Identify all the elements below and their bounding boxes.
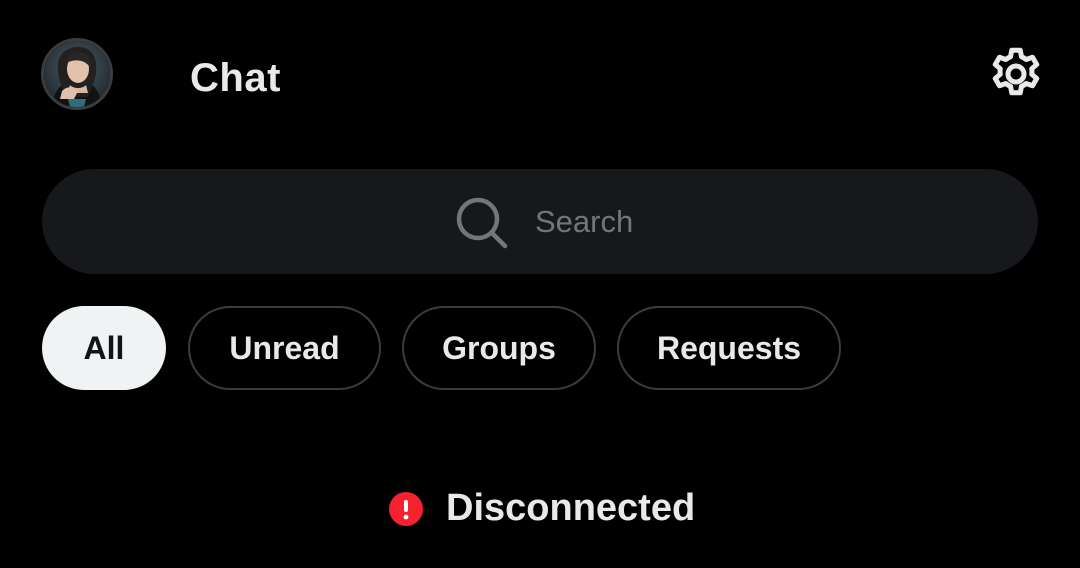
search-icon <box>452 193 510 251</box>
top-bar: Chat <box>0 0 1080 150</box>
page-title: Chat <box>190 56 281 100</box>
tab-unread[interactable]: Unread <box>188 306 381 390</box>
search-placeholder: Search <box>535 204 634 239</box>
connection-status: Disconnected <box>0 480 1080 536</box>
alert-icon <box>389 492 423 526</box>
profile-avatar[interactable] <box>41 38 113 110</box>
tab-requests[interactable]: Requests <box>617 306 841 390</box>
gear-icon[interactable] <box>986 44 1046 104</box>
tab-all[interactable]: All <box>42 306 166 390</box>
tab-groups[interactable]: Groups <box>402 306 596 390</box>
status-text: Disconnected <box>446 487 696 529</box>
avatar-image <box>44 41 110 107</box>
